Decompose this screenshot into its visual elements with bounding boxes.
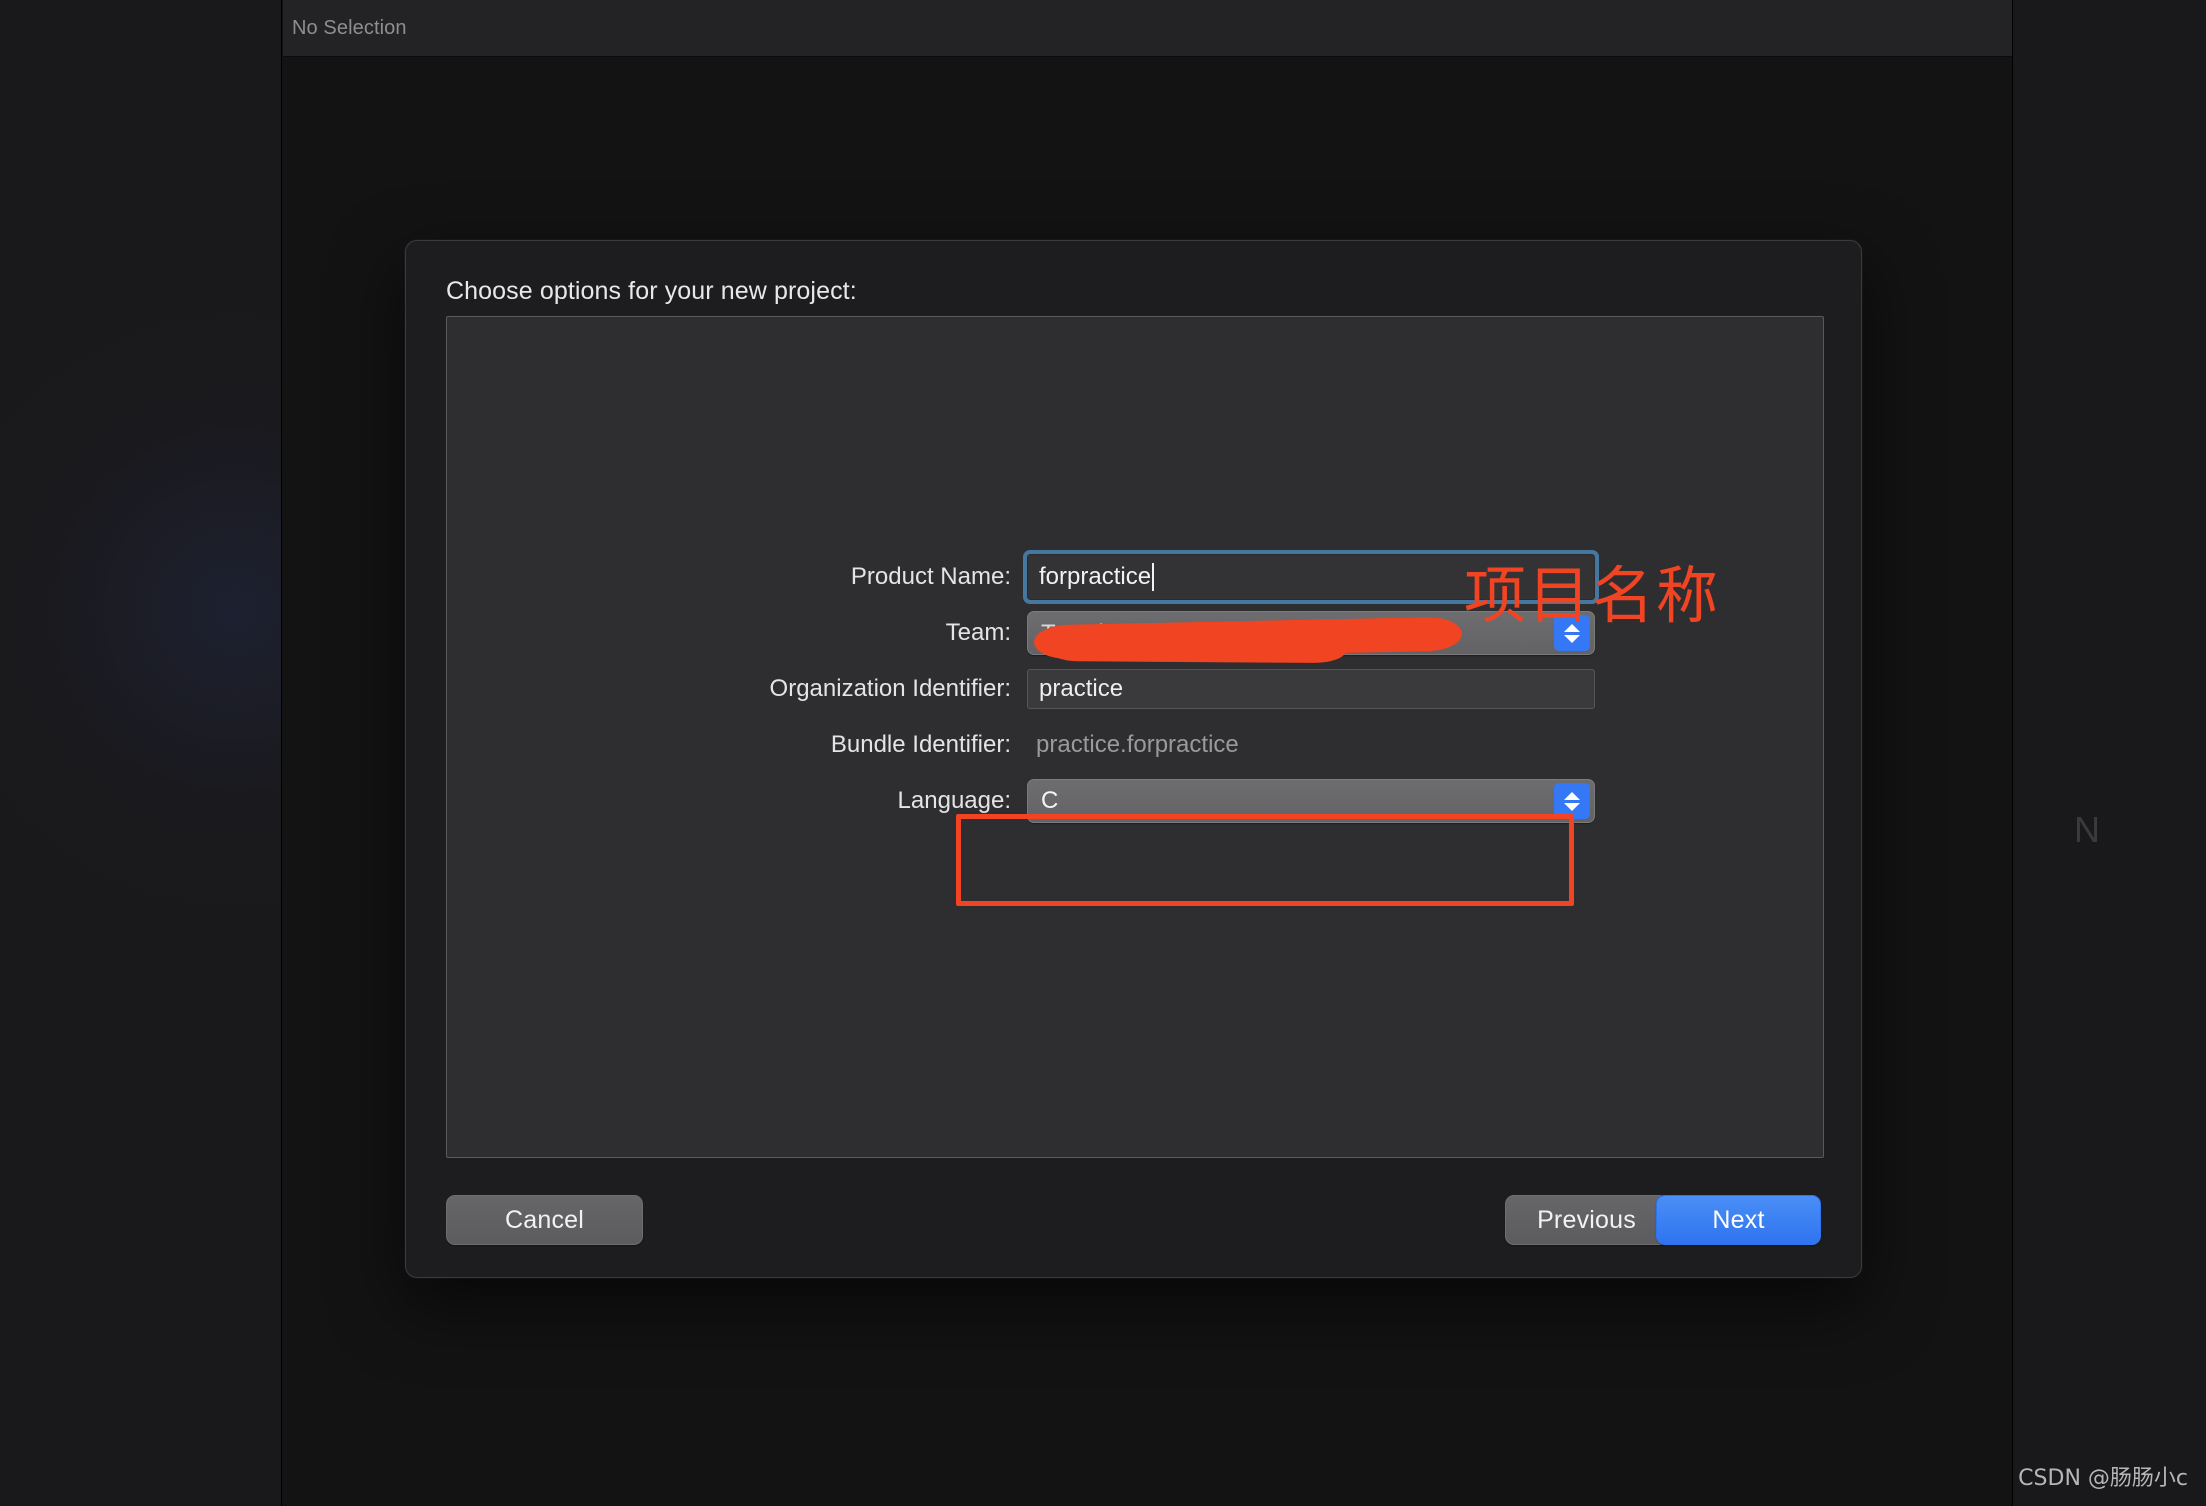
inspector-pane[interactable]: N (2012, 0, 2206, 1506)
dialog-title: Choose options for your new project: (446, 277, 857, 305)
cancel-button[interactable]: Cancel (446, 1195, 643, 1245)
chevron-updown-icon[interactable] (1554, 783, 1590, 819)
text-caret (1152, 563, 1155, 591)
form-row-organization-identifier: Organization Identifier: practice (447, 661, 1823, 717)
options-panel: Product Name: forpractice Team: Team) Or… (446, 316, 1824, 1158)
organization-identifier-field-wrap: practice (1027, 669, 1595, 709)
watermark-text: CSDN @肠肠小c (2018, 1466, 2188, 1491)
form-row-bundle-identifier: Bundle Identifier: practice.forpractice (447, 717, 1823, 773)
ghost-letter-text: N (2074, 809, 2100, 850)
project-navigator-sidebar[interactable] (0, 0, 282, 1506)
organization-identifier-input[interactable]: practice (1027, 669, 1595, 709)
organization-identifier-label: Organization Identifier: (769, 675, 1011, 702)
language-popup-button[interactable]: C (1027, 779, 1595, 823)
dialog-footer: Cancel Previous Next (406, 1195, 1861, 1247)
new-project-options-dialog: Choose options for your new project: Pro… (405, 240, 1862, 1278)
team-label: Team: (945, 619, 1011, 646)
chevron-up-glyph (1564, 791, 1580, 800)
chevron-down-glyph (1564, 634, 1580, 643)
product-name-label: Product Name: (850, 563, 1011, 590)
product-name-value: forpractice (1039, 563, 1152, 590)
language-field-wrap: C (1027, 779, 1595, 823)
language-value: C (1041, 787, 1059, 814)
language-label: Language: (897, 787, 1011, 814)
xcode-window: No Selection N Choose options for your n… (0, 0, 2206, 1506)
chevron-down-glyph (1564, 802, 1580, 811)
organization-identifier-value: practice (1039, 675, 1124, 702)
bundle-identifier-label: Bundle Identifier: (830, 731, 1011, 758)
form-row-language: Language: C (447, 773, 1823, 829)
team-value: Team) (1041, 620, 1108, 647)
previous-button[interactable]: Previous (1505, 1195, 1668, 1245)
no-selection-label: No Selection (292, 16, 407, 39)
next-button[interactable]: Next (1656, 1195, 1821, 1245)
jump-bar[interactable]: No Selection (283, 0, 2012, 57)
product-name-annotation-text: 项目名称 (1464, 559, 1721, 632)
bundle-identifier-field-wrap: practice.forpractice (1027, 731, 1595, 759)
bundle-identifier-value: practice.forpractice (1036, 731, 1239, 758)
